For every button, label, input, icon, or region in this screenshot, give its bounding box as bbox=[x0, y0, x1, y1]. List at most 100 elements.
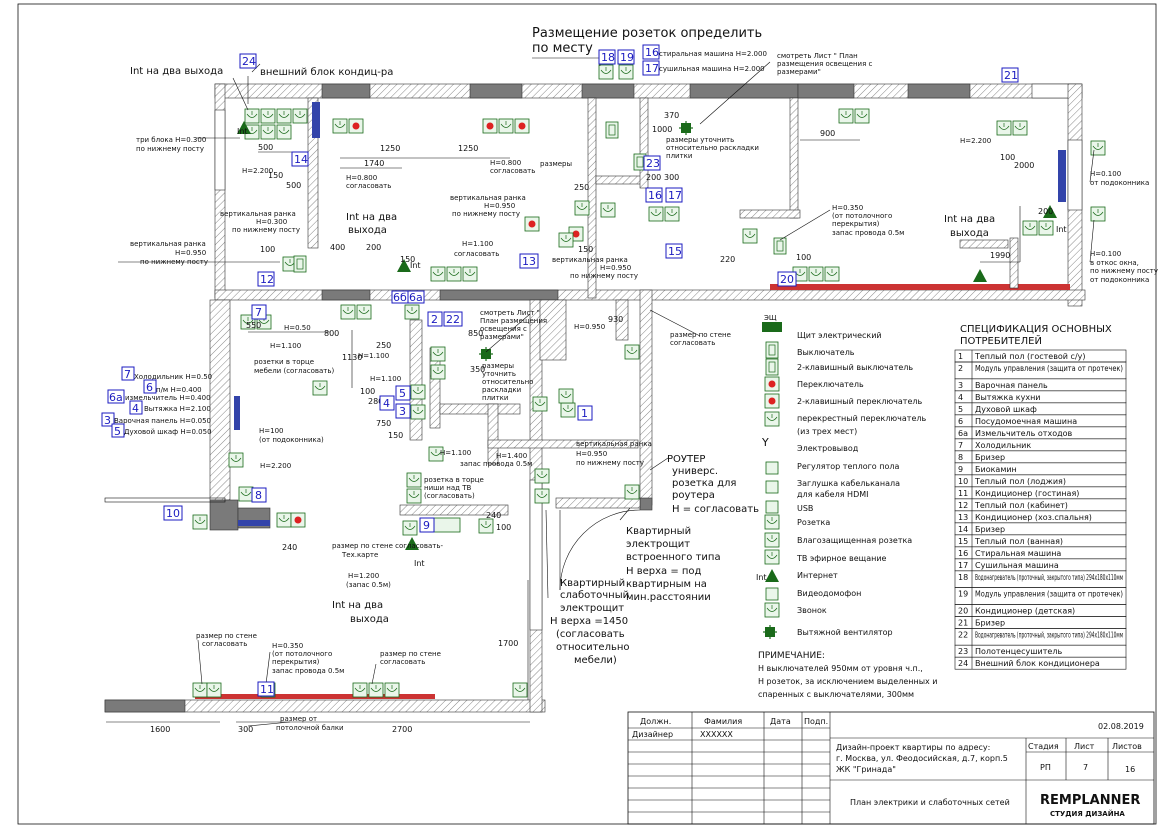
tb-h-sheet: Лист bbox=[1074, 742, 1095, 751]
tag-15: 15 bbox=[668, 245, 682, 258]
dim-value: 100 bbox=[360, 387, 375, 396]
tb-h-sign: Подп. bbox=[804, 717, 828, 726]
dim-value: 240 bbox=[486, 511, 501, 520]
ann-h0800-b: Н=0.800 bbox=[490, 159, 521, 167]
internet-icon bbox=[765, 569, 779, 582]
tb-h-stage: Стадия bbox=[1028, 742, 1059, 751]
dim-value: 500 bbox=[258, 143, 273, 152]
dim-value: 220 bbox=[720, 255, 735, 264]
ann-size-beam: размер от bbox=[280, 715, 317, 723]
int-label-4: Int bbox=[1056, 225, 1067, 234]
ann-three-blocks-2: по нижнему посту bbox=[136, 145, 204, 153]
tag-14: 14 bbox=[294, 153, 308, 166]
dim-value: 150 bbox=[400, 255, 415, 264]
ann-size-beam-2: потолочной балки bbox=[276, 724, 344, 732]
ann-vr-0950-a: вертикальная ранка bbox=[130, 240, 206, 248]
see-sheet-2-d: размерами" bbox=[480, 333, 524, 341]
dim-value: 550 bbox=[246, 321, 261, 330]
note-line-3: спаренных с выключателями, 300мм bbox=[758, 690, 914, 699]
tag-17: 17 bbox=[645, 62, 659, 75]
tag-24: 24 bbox=[242, 55, 256, 68]
ann-h0800-a: Н=0.800 bbox=[346, 174, 377, 182]
ann-vr-0950-b2: Н=0.950 bbox=[484, 202, 515, 210]
tag-3b: 3 bbox=[104, 414, 111, 427]
spec-row-number: 6 bbox=[958, 417, 963, 426]
ann-tv-niche-2: ниши над ТВ bbox=[424, 484, 472, 492]
tag-19: 19 bbox=[620, 51, 634, 64]
ann-h0100-sill: Н=100 bbox=[259, 427, 284, 435]
int-two-outputs-2a: Int на два bbox=[346, 212, 397, 223]
spec-row-label: Модуль управления (защита от протечек) bbox=[975, 364, 1123, 373]
dim-value: 350 bbox=[470, 365, 485, 374]
spec-row-label: Теплый пол (ванная) bbox=[974, 537, 1063, 546]
ann-sizes-tile2-a: размеры bbox=[482, 362, 514, 370]
int-label-1: Int bbox=[237, 127, 248, 136]
tag-20: 20 bbox=[780, 273, 794, 286]
tag-3: 3 bbox=[399, 405, 406, 418]
tb-stage: РП bbox=[1040, 763, 1051, 772]
panel-low-3: электрощит bbox=[560, 603, 624, 614]
note-block: ПРИМЕЧАНИЕ: Н выключателей 950мм от уров… bbox=[758, 651, 938, 699]
tb-sheet: 7 bbox=[1083, 763, 1088, 772]
dim-value: 150 bbox=[268, 171, 283, 180]
usb-icon bbox=[765, 500, 779, 514]
legend-label-5: перекрестный переключатель bbox=[797, 414, 926, 423]
tag-1: 1 bbox=[581, 407, 588, 420]
tb-project-1: Дизайн-проект квартиры по адресу: bbox=[836, 743, 990, 752]
ann-vr-0300: вертикальная ранка bbox=[220, 210, 296, 218]
dim-value: 1600 bbox=[150, 725, 170, 734]
ann-h0350-b: Н=0.350 bbox=[272, 642, 303, 650]
dim-value: 1250 bbox=[458, 144, 478, 153]
ann-h0500: Н=0.50 bbox=[284, 324, 311, 332]
top-note-line2: по месту bbox=[532, 41, 593, 56]
ann-vr-0300-3: по нижнему посту bbox=[232, 226, 300, 234]
switch2-icon bbox=[765, 358, 779, 376]
cross-switch-icon bbox=[764, 411, 780, 427]
spec-row-label: Сушильная машина bbox=[975, 561, 1059, 570]
spec-row-label: Бризер bbox=[975, 618, 1005, 627]
ann-vr-0950-b3: по нижнему посту bbox=[452, 210, 520, 218]
top-note-line1: Размещение розеток определить bbox=[532, 26, 762, 41]
tb-project-2: г. Москва, ул. Феодосийская, д.7, корп.5 bbox=[836, 754, 1008, 763]
ann-h1100-e: Н=1.100 bbox=[440, 449, 471, 457]
ann-sockets-furniture-2: мебели (согласовать) bbox=[254, 367, 335, 375]
ann-h0350-b3: перекрытия) bbox=[272, 658, 320, 666]
dim-value: 2700 bbox=[392, 725, 412, 734]
tag-4: 4 bbox=[383, 397, 390, 410]
outlet-y-icon: Y bbox=[761, 436, 769, 449]
see-sheet-2-b: План размещения bbox=[480, 317, 547, 325]
ann-vr-0950-b: вертикальная ранка bbox=[450, 194, 526, 202]
spec-row-label: Холодильник bbox=[975, 441, 1031, 450]
dim-value: 200 bbox=[366, 243, 381, 252]
tb-project-3: ЖК "Гринада" bbox=[836, 765, 896, 774]
panel-builtin-6: мин.расстоянии bbox=[626, 592, 711, 603]
dim-value: 1740 bbox=[364, 159, 384, 168]
ann-h0100-b2: в откос окна, bbox=[1090, 259, 1139, 267]
spec-row-label: Духовой шкаф bbox=[975, 405, 1037, 414]
spec-row-label: Варочная панель bbox=[975, 381, 1048, 390]
spec-row-number: 14 bbox=[958, 525, 968, 534]
legend-label-14: ТВ эфирное вещание bbox=[796, 554, 887, 563]
tag-2: 2 bbox=[431, 313, 438, 326]
legend-label-16: Видеодомофон bbox=[797, 589, 861, 598]
toggle-icon bbox=[764, 376, 780, 392]
tag-17b: 17 bbox=[668, 189, 682, 202]
legend-label-7: Электровывод bbox=[797, 444, 859, 453]
spec-row-number: 1 bbox=[958, 352, 963, 361]
logo-subtitle: СТУДИЯ ДИЗАЙНА bbox=[1050, 809, 1125, 818]
dim-value: 300 bbox=[664, 173, 679, 182]
drying-h: сушильная машина H=2.000 bbox=[659, 65, 765, 73]
legend-label-6: (из трех мест) bbox=[797, 427, 857, 436]
legend-label-3: Переключатель bbox=[797, 380, 864, 389]
floor-regulator-icon bbox=[765, 461, 779, 475]
legend-label-1: Выключатель bbox=[797, 348, 855, 357]
dim-value: 100 bbox=[1000, 153, 1015, 162]
tb-sheet-title: План электрики и слаботочных сетей bbox=[850, 798, 1010, 807]
spec-row-label: Стиральная машина bbox=[975, 549, 1061, 558]
tb-date: 02.08.2019 bbox=[1098, 722, 1144, 731]
dim-value: 370 bbox=[664, 111, 679, 120]
ann-h1100-c: Н=1.100 bbox=[358, 352, 389, 360]
ann-sizes-tile2-c: относительно bbox=[482, 378, 533, 386]
ann-h1100-b: Н=1.100 bbox=[270, 342, 301, 350]
tb-h-post: Должн. bbox=[640, 717, 671, 726]
